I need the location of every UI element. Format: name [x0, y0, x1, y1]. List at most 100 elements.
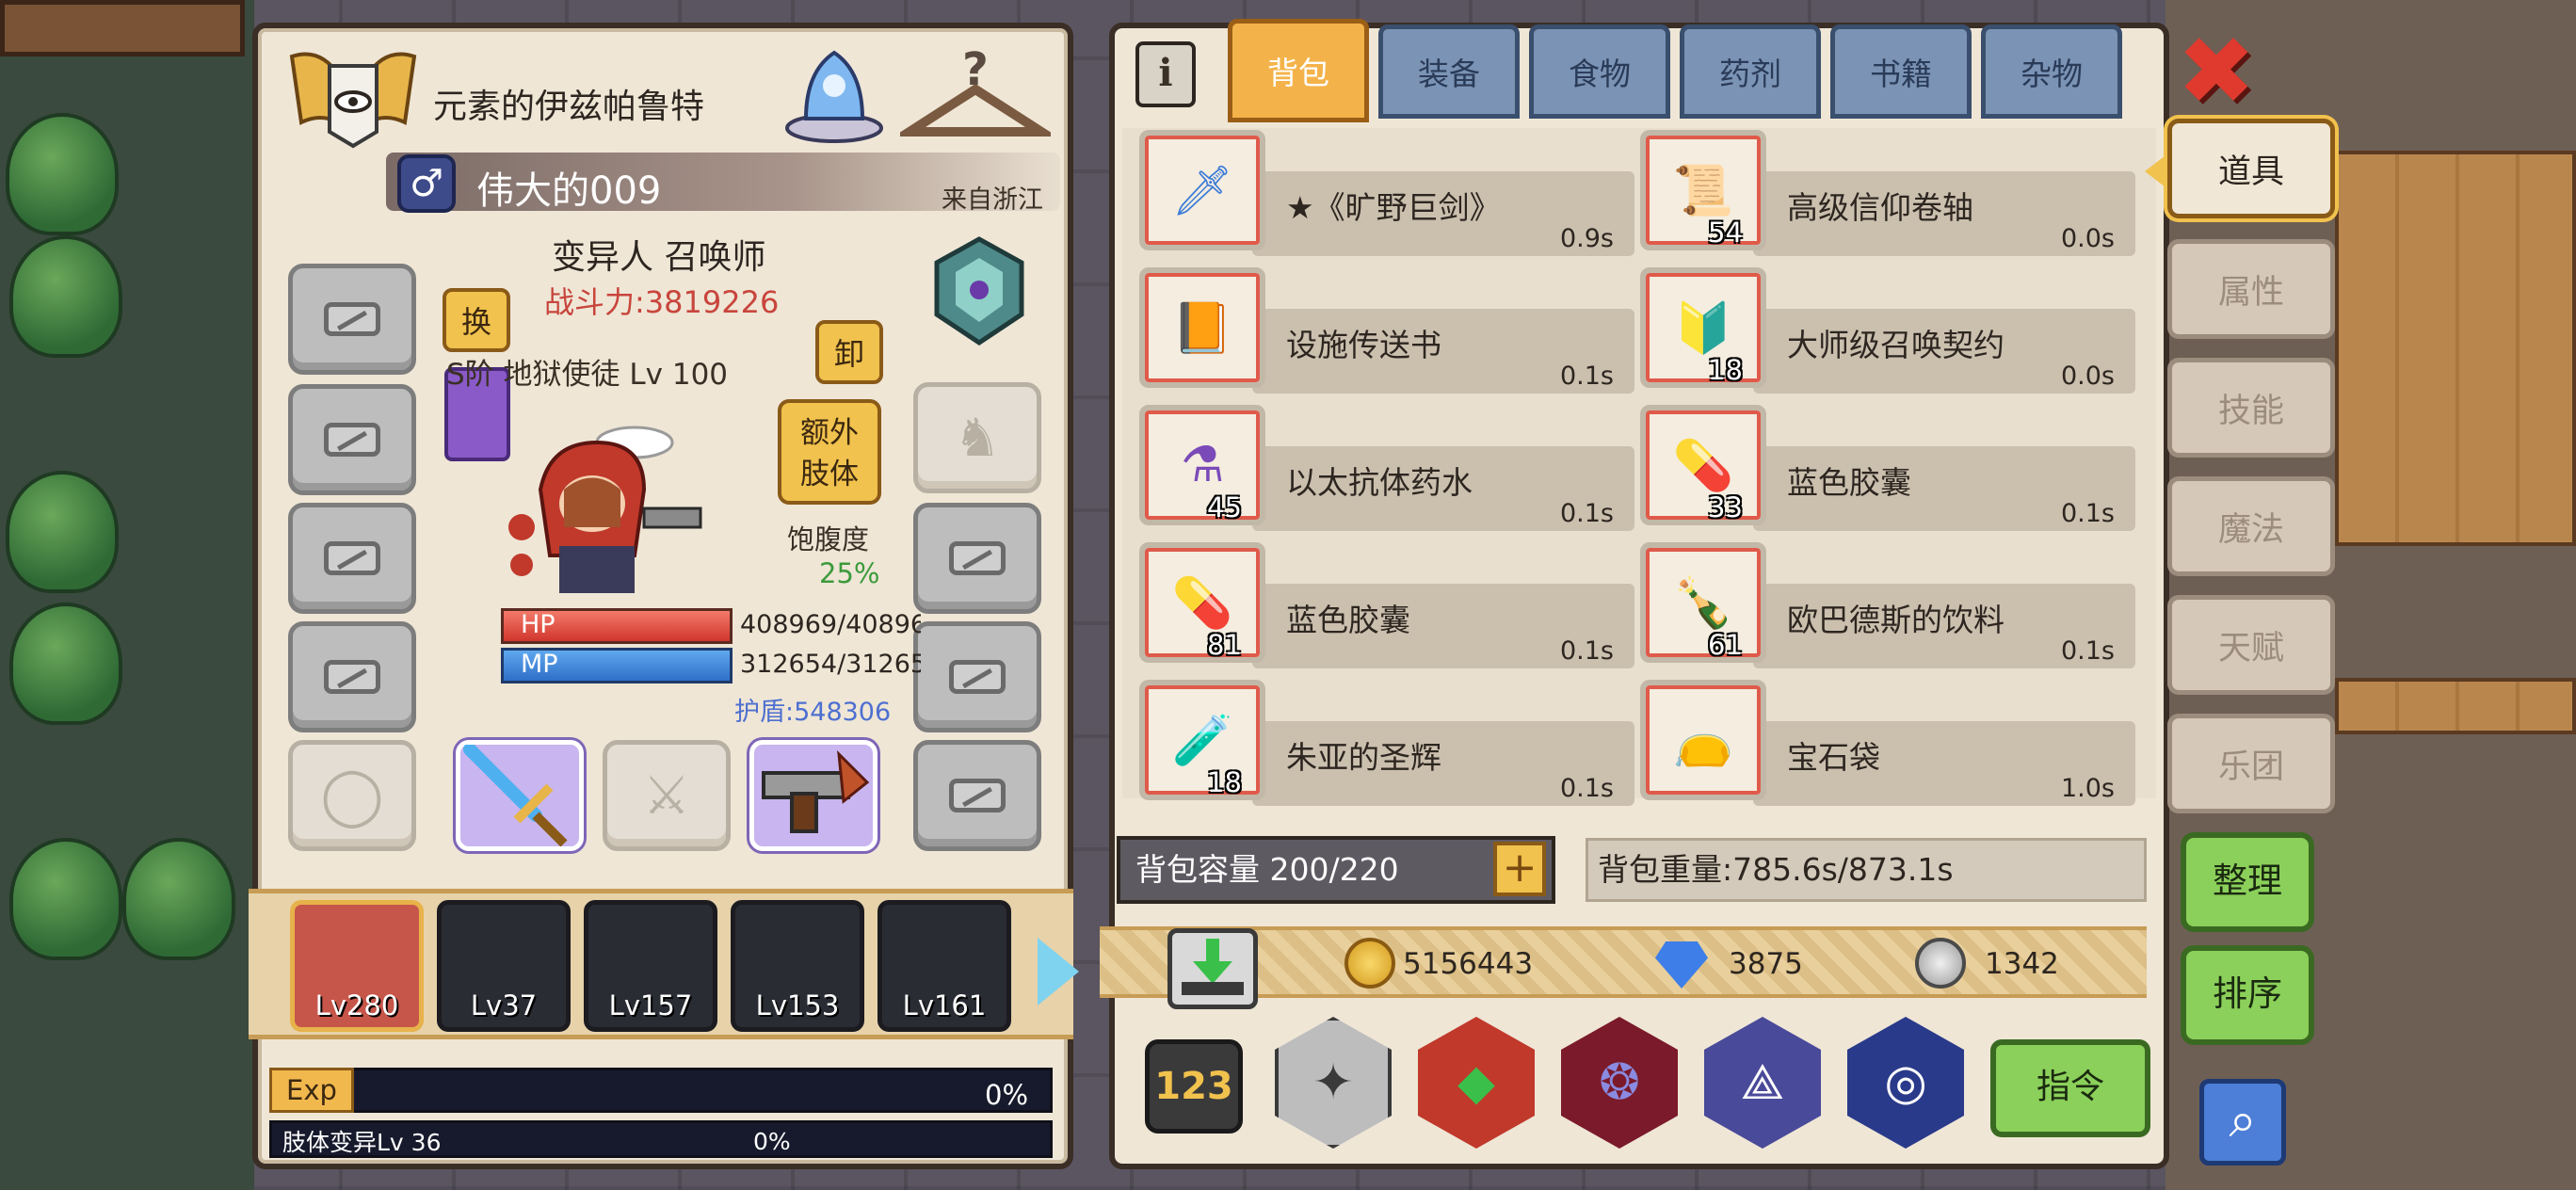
item-name: 蓝色胶囊	[1787, 464, 1911, 501]
inventory-item[interactable]: 💊 81 蓝色胶囊 0.1s	[1139, 542, 1634, 668]
team-member-level: Lv161	[902, 989, 987, 1021]
portal-icon[interactable]	[778, 34, 891, 147]
close-icon[interactable]: ✖	[2177, 24, 2256, 119]
inventory-item[interactable]: 📙 设施传送书 0.1s	[1139, 267, 1634, 394]
unequip-button[interactable]: 卸	[815, 320, 883, 384]
character-origin: 来自浙江	[942, 185, 1043, 215]
guild-emblem-icon	[282, 38, 424, 151]
tree-decor	[122, 838, 235, 960]
shield-value: 护盾:548306	[734, 698, 892, 727]
capsule-icon: 💊	[1640, 405, 1766, 525]
gem-amount: 3875	[1729, 947, 1803, 981]
team-member[interactable]: Lv280	[290, 900, 424, 1032]
item-weight: 0.1s	[2060, 636, 2115, 666]
item-weight: 1.0s	[2060, 774, 2115, 803]
item-name: 欧巴德斯的饮料	[1787, 602, 2004, 638]
combat-power: 战斗力:3819226	[544, 284, 780, 320]
wood-shelf-decor	[2335, 678, 2576, 734]
command-button[interactable]: 指令	[1990, 1039, 2150, 1137]
limb-mutation-percent: 0%	[753, 1128, 791, 1155]
inventory-item[interactable]: 👝 宝石袋 1.0s	[1640, 680, 2135, 806]
tree-decor	[6, 471, 119, 593]
item-weight: 0.1s	[1559, 362, 1614, 391]
equipment-slot-empty[interactable]	[913, 503, 1041, 614]
team-member[interactable]: Lv157	[584, 900, 717, 1032]
weapon-slot-empty[interactable]: ⚔	[603, 740, 731, 851]
silver-amount: 1342	[1985, 947, 2059, 981]
mp-label: MP	[521, 650, 558, 679]
tab-food[interactable]: 食物	[1529, 24, 1670, 119]
sword-icon: 🗡	[1139, 130, 1265, 250]
item-weight: 0.9s	[1559, 224, 1614, 253]
wood-wall-decor	[2335, 151, 2576, 546]
download-icon[interactable]	[1167, 928, 1258, 1009]
gold-amount: 5156443	[1403, 947, 1534, 981]
exp-bar	[269, 1068, 1053, 1113]
exp-percent: 0%	[985, 1079, 1029, 1111]
item-count: 54	[1708, 217, 1743, 249]
inventory-item[interactable]: ⚗ 45 以太抗体药水 0.1s	[1139, 405, 1634, 531]
team-member[interactable]: Lv161	[877, 900, 1011, 1032]
equipment-slot-empty[interactable]	[288, 384, 416, 495]
tab-equipment[interactable]: 装备	[1378, 24, 1520, 119]
inventory-item[interactable]: 🔰 18 大师级召唤契约 0.0s	[1640, 267, 2135, 394]
tab-backpack[interactable]: 背包	[1228, 19, 1369, 122]
team-member[interactable]: Lv153	[731, 900, 864, 1032]
number-sort-button[interactable]: 123	[1145, 1039, 1243, 1134]
character-title: 元素的伊兹帕鲁特	[433, 88, 705, 126]
side-tab-attributes[interactable]: 属性	[2167, 239, 2335, 339]
gold-coin-icon	[1344, 938, 1395, 989]
inventory-item[interactable]: 🧪 18 朱亚的圣辉 0.1s	[1139, 680, 1634, 806]
tab-potion[interactable]: 药剂	[1680, 24, 1821, 119]
item-name: 朱亚的圣辉	[1286, 739, 1441, 776]
team-member[interactable]: Lv37	[437, 900, 571, 1032]
weapon-slot-main[interactable]	[456, 740, 584, 851]
side-tab-items[interactable]: 道具	[2167, 119, 2335, 218]
mp-bar: MP	[501, 648, 733, 683]
search-icon[interactable]: ⌕	[2199, 1079, 2286, 1166]
active-indicator-icon	[2145, 153, 2169, 190]
item-count: 45	[1207, 491, 1242, 523]
info-button[interactable]: i	[1135, 41, 1196, 107]
item-count: 33	[1708, 491, 1743, 523]
side-tab-talent[interactable]: 天赋	[2167, 595, 2335, 695]
equipment-slot-empty[interactable]	[913, 740, 1041, 851]
team-next-arrow-icon[interactable]	[1038, 938, 1079, 1005]
side-tab-skills[interactable]: 技能	[2167, 358, 2335, 458]
inventory-item[interactable]: 🍾 61 欧巴德斯的饮料 0.1s	[1640, 542, 2135, 668]
book-icon: 📙	[1139, 267, 1265, 388]
contract-icon: 🔰	[1640, 267, 1766, 388]
side-tab-band[interactable]: 乐团	[2167, 714, 2335, 813]
inventory-item[interactable]: 💊 33 蓝色胶囊 0.1s	[1640, 405, 2135, 531]
inventory-item[interactable]: 📜 54 高级信仰卷轴 0.0s	[1640, 130, 2135, 256]
equipment-slot-empty[interactable]	[288, 503, 416, 614]
pet-slot[interactable]: ♞	[913, 382, 1041, 493]
tab-misc[interactable]: 杂物	[1981, 24, 2122, 119]
team-member-level: Lv153	[755, 989, 840, 1021]
bag-icon: 👝	[1640, 680, 1766, 800]
hp-value: 408969/408969	[740, 610, 921, 639]
equipment-slot-empty[interactable]	[913, 621, 1041, 732]
equipment-slot-empty[interactable]	[288, 621, 416, 732]
bottle-icon: 🍾	[1640, 542, 1766, 663]
side-tab-magic[interactable]: 魔法	[2167, 476, 2335, 576]
equipment-slot-empty[interactable]	[288, 264, 416, 375]
item-weight: 0.1s	[1559, 499, 1614, 528]
swap-button[interactable]: 换	[443, 288, 510, 352]
hanger-icon[interactable]: ?	[893, 38, 1058, 151]
exp-tag: Exp	[269, 1068, 354, 1113]
item-weight: 0.1s	[1559, 774, 1614, 803]
golden-sword-icon	[463, 743, 568, 847]
weapon-slot-offhand[interactable]	[749, 740, 877, 851]
item-name: 蓝色胶囊	[1286, 602, 1410, 638]
item-name: 设施传送书	[1286, 327, 1441, 363]
ring-slot[interactable]: ◯	[288, 740, 416, 851]
inventory-item[interactable]: 🗡 ★《旷野巨剑》 0.9s	[1139, 130, 1634, 256]
extra-limb-button[interactable]: 额外 肢体	[778, 399, 881, 505]
organize-button[interactable]: 整理	[2181, 832, 2314, 932]
expand-capacity-button[interactable]: +	[1493, 842, 1546, 896]
rank-crest-icon	[923, 230, 1036, 352]
tab-books[interactable]: 书籍	[1830, 24, 1972, 119]
sort-button[interactable]: 排序	[2181, 945, 2314, 1045]
item-name: 宝石袋	[1787, 739, 1880, 776]
